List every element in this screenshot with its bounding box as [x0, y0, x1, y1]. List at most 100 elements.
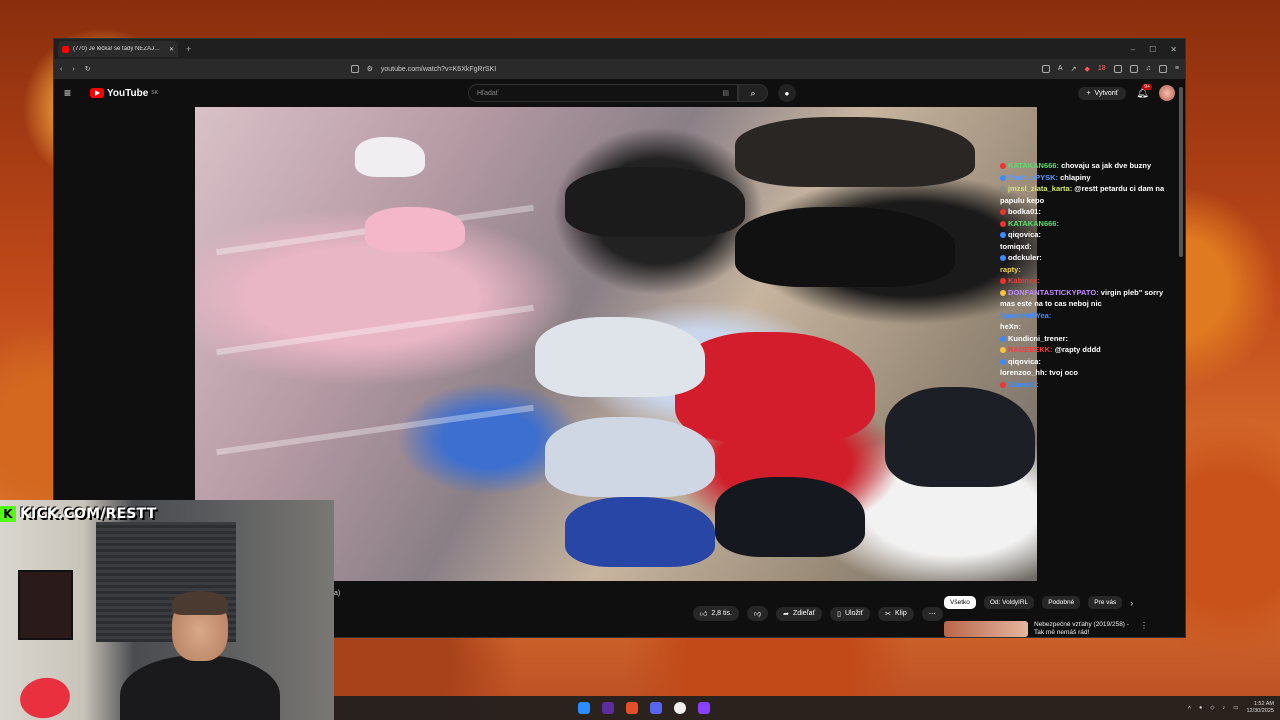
pink-sneaker — [365, 207, 465, 252]
chevron-right-icon[interactable]: › — [1130, 598, 1133, 608]
mic-tray-icon[interactable]: ● — [1199, 705, 1202, 711]
site-info-icon[interactable]: ⚙ — [367, 65, 373, 73]
screen-icon[interactable] — [1041, 65, 1050, 73]
streamer-hair — [172, 591, 228, 615]
search-button[interactable]: ⌕ — [737, 84, 768, 102]
hamburger-menu-icon[interactable]: ≡ — [64, 86, 82, 100]
scissors-icon: ✂ — [885, 610, 892, 618]
extensions-area: A ↗ ◆ 18 ♫ ≡ — [1041, 65, 1179, 73]
small-sneaker — [355, 137, 425, 177]
chat-badge-icon — [1000, 358, 1006, 365]
recommended-title[interactable]: Nebezpečné vzťahy (2019/258) - Tak mě ne… — [1034, 621, 1134, 637]
close-window-icon[interactable]: ✕ — [1170, 45, 1177, 54]
chat-text: tvoj oco — [1049, 368, 1078, 377]
kick-url: KICK.COM/RESTT — [20, 506, 157, 522]
translate-icon[interactable]: A — [1058, 65, 1063, 73]
wall-picture — [18, 570, 73, 640]
rewards-badge[interactable]: 18 — [1098, 65, 1106, 73]
recommended-video[interactable]: Nebezpečné vzťahy (2019/258) - Tak mě ne… — [944, 621, 1148, 637]
discord-icon[interactable] — [650, 702, 662, 714]
avatar[interactable] — [1159, 85, 1175, 101]
chat-message: PochvoPYSK: chlapiny — [1000, 172, 1180, 184]
start-windows-icon[interactable] — [578, 702, 590, 714]
chat-user: RADEEEKK: — [1008, 345, 1053, 354]
save-label: Uložiť — [844, 610, 864, 617]
network-icon[interactable]: ◇ — [1210, 705, 1214, 711]
system-tray: ˄ ● ◇ ♪ ▭ 1:52 AM 12/30/2025 — [1188, 701, 1280, 715]
brave-icon[interactable] — [626, 702, 638, 714]
streamer-torso — [120, 655, 280, 720]
close-tab-icon[interactable]: ✕ — [169, 46, 174, 53]
chat-user: tomiqxd: — [1000, 241, 1032, 251]
header-actions: + Vytvoriť 🔔︎ 9+ — [1078, 83, 1175, 101]
sidebar-icon[interactable] — [1129, 65, 1138, 73]
clock-date: 12/30/2025 — [1246, 708, 1274, 714]
chip-related[interactable]: Podobné — [1042, 596, 1081, 609]
voice-search-button[interactable]: ● — [777, 84, 796, 102]
more-options-icon[interactable]: ⋮ — [1140, 621, 1148, 630]
battery-icon[interactable]: ▭ — [1233, 705, 1238, 711]
chat-message: Slavo30: — [1000, 379, 1180, 391]
maximize-icon[interactable]: ☐ — [1149, 45, 1156, 54]
minimize-icon[interactable]: – — [1131, 45, 1135, 54]
grey-sneaker — [545, 417, 715, 497]
wallet-icon[interactable] — [1158, 65, 1167, 73]
clip-button[interactable]: ✂ Klip — [878, 606, 914, 621]
window-controls: – ☐ ✕ — [1131, 45, 1185, 54]
chat-badge-icon — [1000, 335, 1006, 342]
app-icon[interactable] — [602, 702, 614, 714]
share-button[interactable]: ➦ Zdieľať — [776, 606, 823, 621]
chrome-icon[interactable] — [674, 702, 686, 714]
bookmark-icon[interactable] — [350, 65, 359, 73]
url-field[interactable]: ⚙ youtube.com/watch?v=K6XkFgRrSKI — [350, 65, 496, 73]
youtube-play-icon — [90, 88, 104, 98]
clock[interactable]: 1:52 AM 12/30/2025 — [1246, 701, 1274, 715]
chat-message: jmzsl_zlata_karta: @restt petardu ci dam… — [1000, 183, 1180, 206]
notifications-button[interactable]: 🔔︎ 9+ — [1136, 83, 1152, 99]
chat-user: jmzsl_zlata_karta: — [1008, 184, 1073, 193]
kick-banner: K KICK.COM/RESTT — [0, 504, 156, 524]
dislike-button[interactable]: 👎︎ — [746, 606, 769, 621]
forward-icon[interactable]: › — [72, 66, 74, 73]
clip-label: Klip — [895, 610, 907, 617]
new-tab-button[interactable]: + — [186, 44, 191, 54]
more-actions-button[interactable]: ⋯ — [921, 606, 943, 621]
search-input[interactable]: Hľadať ▤ — [467, 84, 738, 102]
blue-sneaker — [565, 497, 715, 567]
chat-user: odckuler: — [1008, 253, 1042, 262]
mic-icon: ● — [784, 88, 790, 98]
back-icon[interactable]: ‹ — [60, 66, 62, 73]
save-button[interactable]: ▯ Uložiť — [830, 606, 871, 621]
menu-icon[interactable]: ≡ — [1175, 65, 1179, 73]
more-icon: ⋯ — [928, 610, 936, 618]
chip-all[interactable]: Všetko — [944, 596, 976, 609]
search-placeholder: Hľadať — [476, 89, 499, 97]
like-button[interactable]: 👍︎ 2,8 tis. — [693, 606, 739, 621]
black-sneaker — [565, 167, 745, 237]
video-thumbnail[interactable] — [944, 621, 1028, 637]
extension-icon[interactable] — [1113, 65, 1122, 73]
taskbar-apps — [578, 702, 710, 714]
tab-bar: (770) Je léčka! se tady NEZAJ… ✕ + – ☐ ✕ — [54, 39, 1185, 59]
kick-logo-icon: K — [0, 506, 16, 522]
volume-icon[interactable]: ♪ — [1223, 705, 1226, 711]
black-sneaker-right — [885, 387, 1035, 487]
chip-from-channel[interactable]: Od: VoldyIRL — [983, 596, 1035, 609]
tray-chevron-icon[interactable]: ˄ — [1188, 705, 1191, 711]
address-bar: ‹ › ↻ ⚙ youtube.com/watch?v=K6XkFgRrSKI … — [54, 59, 1185, 79]
chat-user: qiqovica: — [1008, 230, 1041, 239]
youtube-logo[interactable]: YouTube SK — [90, 88, 158, 99]
tab-youtube[interactable]: (770) Je léčka! se tady NEZAJ… ✕ — [58, 41, 178, 57]
chat-user: SpaceHellYea: — [1000, 310, 1052, 320]
reload-icon[interactable]: ↻ — [85, 65, 91, 73]
keyboard-icon[interactable]: ▤ — [722, 89, 729, 97]
brave-shield-icon[interactable]: ◆ — [1084, 65, 1089, 73]
music-icon[interactable]: ♫ — [1146, 65, 1151, 73]
streaming-app-icon[interactable] — [698, 702, 710, 714]
chat-text: chlapiny — [1060, 172, 1091, 182]
create-button[interactable]: + Vytvoriť — [1078, 86, 1127, 100]
chip-for-you[interactable]: Pre vás — [1088, 596, 1123, 609]
chat-message: KATAKAN666: — [1000, 218, 1180, 230]
thumbs-up-icon: 👍︎ — [700, 611, 708, 618]
share-page-icon[interactable]: ↗ — [1071, 65, 1077, 73]
